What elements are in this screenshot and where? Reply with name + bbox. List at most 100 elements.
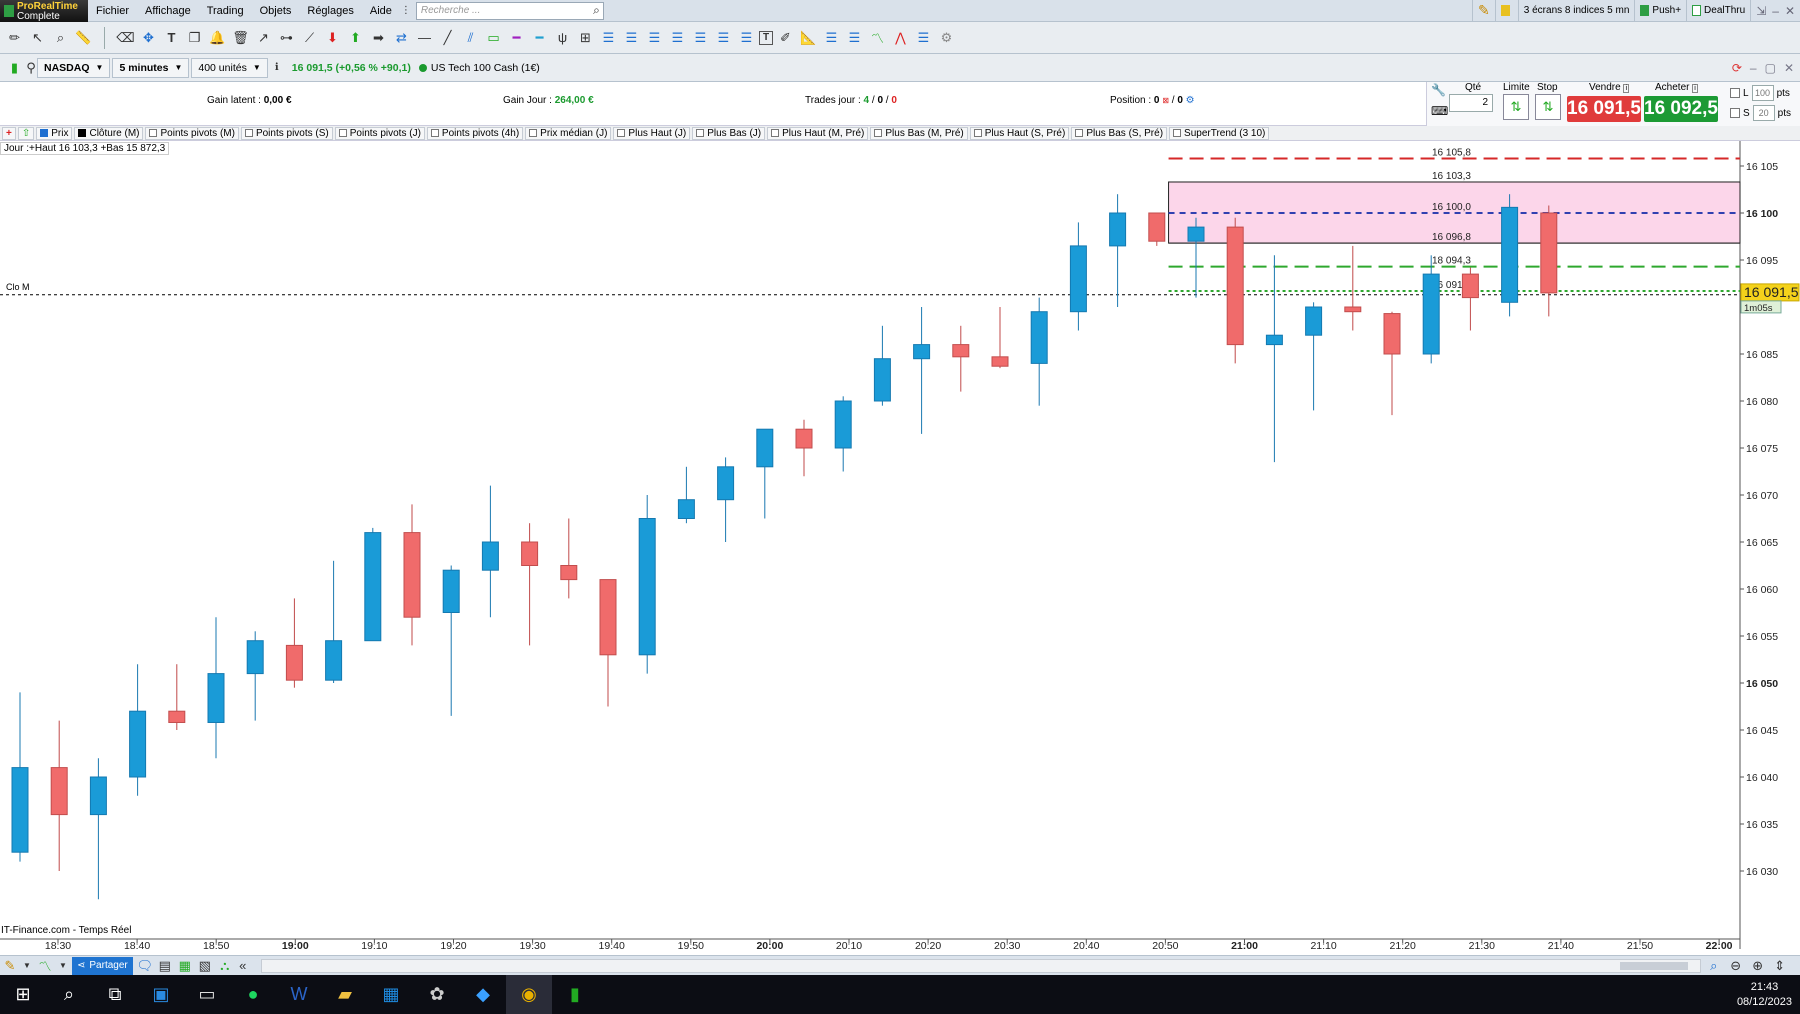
trash-icon[interactable]: 🗑: [230, 27, 251, 49]
take-profit-checkbox[interactable]: [1730, 88, 1740, 98]
brush-icon[interactable]: ✎: [2, 955, 18, 977]
zoom-out-icon[interactable]: ⊖: [1727, 955, 1745, 977]
layout-icon[interactable]: ▧: [197, 955, 213, 977]
s-input[interactable]: 20: [1752, 105, 1775, 121]
screener-icon[interactable]: ▦: [177, 955, 193, 977]
marker-icon[interactable]: ✐: [775, 27, 796, 49]
menu-trading[interactable]: Trading: [199, 5, 252, 17]
prorealtime-taskbar-icon[interactable]: ▮: [552, 975, 598, 1014]
table-icon[interactable]: ▤: [157, 955, 173, 977]
indicator-settings-button[interactable]: ⇧: [17, 126, 35, 140]
search-toggle-icon[interactable]: ⋮: [400, 0, 412, 22]
buy-button[interactable]: 16 092,5: [1644, 96, 1718, 122]
share-button[interactable]: ⋖ Partager: [72, 956, 133, 975]
indicator-tab[interactable]: Points pivots (S): [240, 126, 333, 140]
pitchfork-icon[interactable]: ψ: [552, 27, 573, 49]
checkbox[interactable]: [244, 129, 253, 137]
checkbox[interactable]: [696, 129, 705, 137]
checkbox[interactable]: [1075, 129, 1084, 137]
level-h-icon[interactable]: ☰: [821, 27, 842, 49]
spotify-icon[interactable]: ●: [230, 975, 276, 1014]
indicator-tab[interactable]: SuperTrend (3 10): [1169, 126, 1270, 140]
text-box-icon[interactable]: T: [759, 30, 773, 45]
timeframe-selector[interactable]: 5 minutes ▼: [112, 57, 190, 78]
indicator-tab[interactable]: Plus Bas (J): [692, 126, 766, 140]
settings-icon[interactable]: ⚙: [936, 27, 957, 49]
menu-reglages[interactable]: Réglages: [299, 5, 361, 17]
purple-line-icon[interactable]: ━: [506, 27, 527, 49]
stop-order-button[interactable]: ⇅: [1535, 94, 1561, 120]
checkbox[interactable]: [1173, 129, 1182, 137]
price-chart[interactable]: 16 105,8 16 103,3 16 100,0 16 096,8 18 094,3…: [0, 141, 1800, 952]
checkbox[interactable]: [874, 129, 883, 137]
indicator-tab[interactable]: Plus Bas (S, Pré): [1071, 126, 1168, 140]
zoom-in-icon[interactable]: ⊕: [1749, 955, 1767, 977]
fibonacci-icon[interactable]: ⫽: [460, 27, 481, 49]
segment-icon[interactable]: ⊶: [276, 27, 297, 49]
arrow-icon[interactable]: ↗: [253, 27, 274, 49]
level-e-icon[interactable]: ☰: [690, 27, 711, 49]
checkbox[interactable]: [430, 129, 439, 137]
level-i-icon[interactable]: ☰: [844, 27, 865, 49]
green-arrow-up-icon[interactable]: ⬆: [345, 27, 366, 49]
info-icon[interactable]: i: [1623, 84, 1630, 93]
backtest-icon[interactable]: ⛬: [217, 955, 233, 977]
move-icon[interactable]: ✥: [138, 27, 159, 49]
info-icon[interactable]: ℹ: [270, 57, 284, 79]
zoom-fit-icon[interactable]: ⌕: [1705, 955, 1723, 977]
chart-type-icon[interactable]: ▮: [4, 57, 25, 79]
close-icon[interactable]: ✕: [1785, 4, 1795, 18]
menu-objets[interactable]: Objets: [252, 5, 300, 17]
ruler-icon[interactable]: 📏: [73, 27, 94, 49]
file-manager-icon[interactable]: ▭: [184, 975, 230, 1014]
limit-order-button[interactable]: ⇅: [1503, 94, 1529, 120]
chart-canvas[interactable]: 16 105,8 16 103,3 16 100,0 16 096,8 18 094,3…: [0, 141, 1800, 952]
grid-icon[interactable]: ⊞: [575, 27, 596, 49]
indicator-tab[interactable]: Plus Haut (S, Pré): [969, 126, 1070, 140]
chat-icon[interactable]: [1494, 0, 1518, 22]
dealthru-button[interactable]: DealThru: [1686, 0, 1750, 22]
indicator-tab[interactable]: Plus Bas (M, Pré): [870, 126, 968, 140]
channel-icon[interactable]: ⇄: [391, 27, 412, 49]
pointer-icon[interactable]: ↖: [27, 27, 48, 49]
orders-settings-icon[interactable]: ⚙: [1186, 95, 1195, 106]
checkbox[interactable]: [617, 129, 626, 137]
units-selector[interactable]: 400 unités ▼: [191, 57, 268, 78]
word-icon[interactable]: W: [276, 975, 322, 1014]
checkbox[interactable]: [149, 129, 158, 137]
indicator-tab[interactable]: Points pivots (J): [334, 126, 425, 140]
black-arrow-right-icon[interactable]: ➡: [368, 27, 389, 49]
menu-affichage[interactable]: Affichage: [137, 5, 199, 17]
indicator-tab[interactable]: Prix médian (J): [525, 126, 612, 140]
minimize-icon[interactable]: –: [1750, 61, 1757, 75]
checkbox[interactable]: [973, 129, 982, 137]
dropdown-icon[interactable]: ▼: [58, 955, 68, 977]
indicator-tab[interactable]: Points pivots (4h): [426, 126, 524, 140]
checkbox[interactable]: [529, 129, 538, 137]
qty-input[interactable]: 2: [1449, 94, 1493, 112]
search-icon[interactable]: ⌕: [46, 975, 92, 1014]
collapse-icon[interactable]: «: [237, 955, 249, 977]
brush-icon[interactable]: ✎: [1472, 0, 1495, 22]
task-view-icon[interactable]: ⧉: [92, 975, 138, 1014]
indicator-tab[interactable]: Plus Haut (J): [613, 126, 691, 140]
copy-icon[interactable]: ❐: [184, 27, 205, 49]
checkbox[interactable]: [338, 129, 347, 137]
level-f-icon[interactable]: ☰: [713, 27, 734, 49]
calendar-app-icon[interactable]: ▣: [138, 975, 184, 1014]
level-a-icon[interactable]: ☰: [598, 27, 619, 49]
level-g-icon[interactable]: ☰: [736, 27, 757, 49]
info-icon[interactable]: i: [1692, 84, 1698, 93]
windows-start-icon[interactable]: ⊞: [0, 975, 46, 1014]
l-input[interactable]: 100: [1751, 85, 1774, 101]
indicator-tab[interactable]: Clôture (M): [74, 126, 144, 140]
calculator-icon[interactable]: ▦: [368, 975, 414, 1014]
system-clock[interactable]: 21:43 08/12/2023: [1737, 980, 1800, 1010]
scroll-thumb[interactable]: [1619, 961, 1688, 970]
level-j-icon[interactable]: ☰: [913, 27, 934, 49]
indicator-tab[interactable]: Points pivots (M): [145, 126, 239, 140]
restore-icon[interactable]: ⇲: [1756, 4, 1766, 18]
trend-line-icon[interactable]: ╱: [437, 27, 458, 49]
indicator-tab[interactable]: Plus Haut (M, Pré): [767, 126, 869, 140]
folder-icon[interactable]: ▰: [322, 975, 368, 1014]
